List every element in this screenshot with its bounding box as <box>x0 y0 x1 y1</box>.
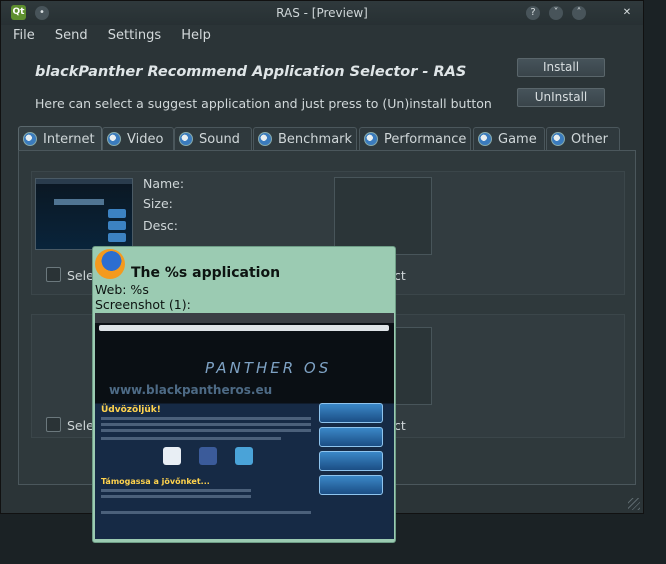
shot-side-button <box>319 475 383 495</box>
shot-address-bar <box>99 325 389 331</box>
other-icon <box>551 132 565 146</box>
shot-support: Támogassa a jövőnket... <box>101 477 210 486</box>
minimize-button[interactable]: ˅ <box>549 6 563 20</box>
title-bar: Qt • RAS - [Preview] ? ˅ ˄ ✕ <box>1 1 643 25</box>
app-screenshot: PANTHER OS www.blackpantheros.eu Üdvözöl… <box>95 313 394 539</box>
shot-text-line <box>101 437 281 440</box>
close-button[interactable]: ✕ <box>620 6 634 20</box>
tab-label: Internet <box>43 131 95 147</box>
desc-label: Desc: <box>143 218 178 233</box>
tooltip-title: The %s application <box>131 265 281 281</box>
thumb-bar <box>36 179 132 184</box>
firefox-icon <box>95 249 125 279</box>
shot-brand: PANTHER OS <box>205 359 332 377</box>
thumb-button <box>108 233 126 242</box>
tab-performance[interactable]: Performance <box>359 127 471 150</box>
menu-bar: File Send Settings Help <box>13 28 227 46</box>
shot-text-line <box>101 511 311 514</box>
tooltip-web: Web: %s <box>95 282 149 297</box>
select-checkbox[interactable] <box>46 267 61 282</box>
shot-text-line <box>101 423 311 426</box>
shot-url: www.blackpantheros.eu <box>109 383 273 397</box>
tab-video[interactable]: Video <box>102 127 174 150</box>
sound-icon <box>179 132 193 146</box>
resize-grip[interactable] <box>628 498 640 510</box>
tab-label: Benchmark <box>278 131 353 147</box>
app-tooltip: The %s application Web: %s Screenshot (1… <box>92 246 396 543</box>
thumb-button <box>108 209 126 218</box>
tab-sound[interactable]: Sound <box>174 127 252 150</box>
performance-icon <box>364 132 378 146</box>
menu-file[interactable]: File <box>13 28 35 43</box>
shot-text-line <box>101 495 251 498</box>
select-label: Sele <box>67 268 94 283</box>
tab-game[interactable]: Game <box>473 127 545 150</box>
menu-settings[interactable]: Settings <box>108 28 161 43</box>
benchmark-icon <box>258 132 272 146</box>
menu-help[interactable]: Help <box>181 28 211 43</box>
help-button[interactable]: ? <box>526 6 540 20</box>
video-icon <box>107 132 121 146</box>
uninstall-button[interactable]: UnInstall <box>517 88 605 107</box>
tab-label: Performance <box>384 131 467 147</box>
app-image-box <box>334 177 432 255</box>
select-checkbox[interactable] <box>46 417 61 432</box>
thumb-button <box>108 221 126 230</box>
shot-browser-bar <box>95 313 394 323</box>
internet-icon <box>23 132 37 146</box>
tooltip-screenshot-label: Screenshot (1): <box>95 297 191 312</box>
shot-text-line <box>101 429 311 432</box>
thumb-logo <box>54 199 104 205</box>
tab-internet[interactable]: Internet <box>18 126 102 151</box>
tab-other[interactable]: Other <box>546 127 620 150</box>
shot-side-button <box>319 451 383 471</box>
shot-text-line <box>101 489 251 492</box>
window-title: RAS - [Preview] <box>276 6 368 20</box>
shot-text-line <box>101 417 311 420</box>
shot-side-button <box>319 403 383 423</box>
maximize-button[interactable]: ˄ <box>572 6 586 20</box>
shot-welcome: Üdvözöljük! <box>101 405 161 415</box>
name-label: Name: <box>143 176 185 191</box>
twitter-icon <box>235 447 253 465</box>
page-title: blackPanther Recommend Application Selec… <box>35 64 467 80</box>
tab-label: Sound <box>199 131 240 147</box>
app-thumbnail[interactable] <box>35 178 133 250</box>
facebook-icon <box>199 447 217 465</box>
shot-social-icon <box>163 447 181 465</box>
tab-label: Game <box>498 131 537 147</box>
shot-side-button <box>319 427 383 447</box>
page-subtitle: Here can select a suggest application an… <box>35 96 492 111</box>
tab-label: Other <box>571 131 608 147</box>
tab-label: Video <box>127 131 164 147</box>
game-icon <box>478 132 492 146</box>
tab-benchmark[interactable]: Benchmark <box>253 127 357 150</box>
size-label: Size: <box>143 196 173 211</box>
select-label: Sele <box>67 418 94 433</box>
install-button[interactable]: Install <box>517 58 605 77</box>
menu-send[interactable]: Send <box>55 28 88 43</box>
